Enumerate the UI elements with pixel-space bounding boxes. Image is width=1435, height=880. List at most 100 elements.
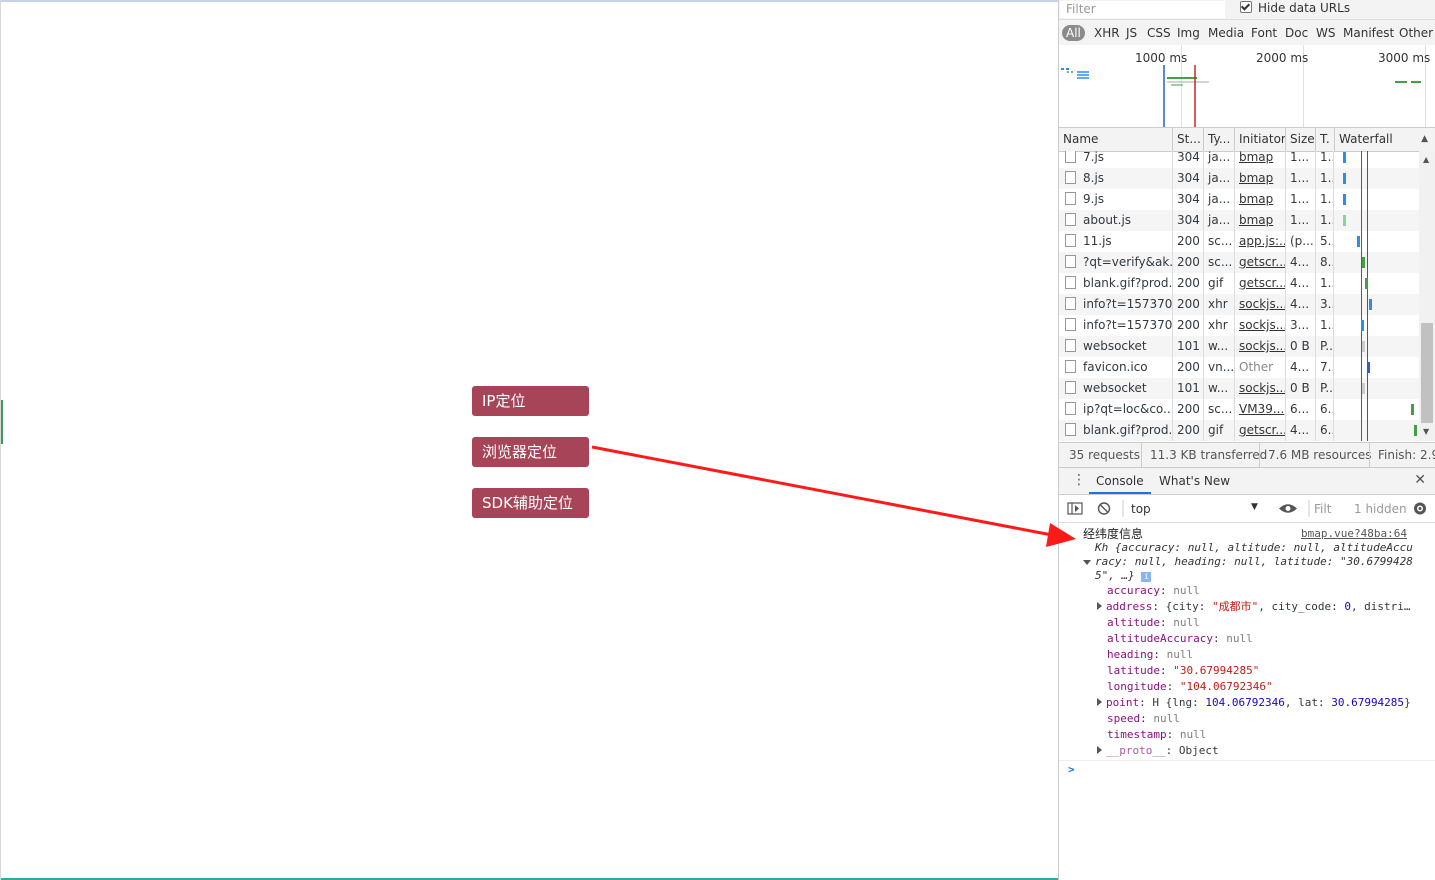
prop-address[interactable]: address: {city: "成都市", city_code: 0, dis… xyxy=(1097,599,1411,615)
type-filter-img[interactable]: Img xyxy=(1177,25,1200,41)
scroll-down-icon[interactable]: ▼ xyxy=(1423,427,1429,436)
initiator-link[interactable]: sockjs... xyxy=(1239,381,1285,395)
request-name[interactable]: 11.js xyxy=(1059,231,1173,252)
request-initiator[interactable]: bmap xyxy=(1235,168,1286,189)
request-initiator[interactable]: getscr... xyxy=(1235,252,1286,273)
col-time[interactable]: T. xyxy=(1316,128,1335,151)
type-filter-font[interactable]: Font xyxy=(1251,25,1277,41)
table-row[interactable]: info?t=157370...200xhr sockjs...4...3... xyxy=(1059,294,1419,315)
tab-console[interactable]: Console xyxy=(1089,468,1151,494)
type-filter-all[interactable]: All xyxy=(1062,25,1085,41)
scroll-up-icon[interactable]: ▲ xyxy=(1423,155,1429,164)
chevron-down-icon[interactable]: ▼ xyxy=(1251,502,1258,512)
initiator-link[interactable]: VM39... xyxy=(1239,402,1284,416)
col-size[interactable]: Size xyxy=(1286,128,1316,151)
request-name[interactable]: ip?qt=loc&co... xyxy=(1059,399,1173,420)
table-row[interactable]: ?qt=verify&ak...200sc... getscr...4...8..… xyxy=(1059,252,1419,273)
expand-triangle-icon[interactable] xyxy=(1097,746,1102,754)
initiator-link[interactable]: bmap xyxy=(1239,151,1273,164)
context-selector[interactable]: top xyxy=(1131,502,1151,516)
initiator-link[interactable]: bmap xyxy=(1239,192,1273,206)
table-row[interactable]: info?t=157370...200xhr sockjs...3...1... xyxy=(1059,315,1419,336)
type-filter-xhr[interactable]: XHR xyxy=(1094,25,1120,41)
request-name[interactable]: ?qt=verify&ak... xyxy=(1059,252,1173,273)
col-waterfall[interactable]: Waterfall ▲ xyxy=(1335,128,1435,151)
initiator-link[interactable]: sockjs... xyxy=(1239,318,1285,332)
table-row[interactable]: websocket 101w... sockjs...0 BP... xyxy=(1059,336,1419,357)
request-name[interactable]: favicon.ico xyxy=(1059,357,1173,378)
object-summary-line[interactable]: 5", …} i xyxy=(1095,568,1152,584)
request-name[interactable]: about.js xyxy=(1059,210,1173,231)
type-filter-manifest[interactable]: Manifest xyxy=(1343,25,1394,41)
request-initiator[interactable]: VM39... xyxy=(1235,399,1286,420)
col-initiator[interactable]: Initiator xyxy=(1235,128,1286,151)
table-row[interactable]: blank.gif?prod...200gif getscr...4...6... xyxy=(1059,420,1419,441)
table-row[interactable]: 9.js 304ja... bmap 1...1... xyxy=(1059,189,1419,210)
expand-triangle-icon[interactable] xyxy=(1097,698,1102,706)
prop-point[interactable]: point: H {lng: 104.06792346, lat: 30.679… xyxy=(1097,695,1411,711)
drawer-menu-icon[interactable]: ⋮ xyxy=(1072,472,1086,488)
request-initiator[interactable]: bmap xyxy=(1235,210,1286,231)
request-initiator[interactable]: getscr... xyxy=(1235,420,1286,441)
type-filter-js[interactable]: JS xyxy=(1126,25,1137,41)
type-filter-doc[interactable]: Doc xyxy=(1285,25,1308,41)
request-name[interactable]: 9.js xyxy=(1059,189,1173,210)
request-initiator[interactable]: bmap xyxy=(1235,189,1286,210)
hide-data-urls-checkbox[interactable]: Hide data URLs xyxy=(1240,1,1350,16)
initiator-link[interactable]: app.js:... xyxy=(1239,234,1285,248)
table-row[interactable]: 8.js 304ja... bmap 1...1... xyxy=(1059,168,1419,189)
table-row[interactable]: favicon.ico 200vn...Other4...7... xyxy=(1059,357,1419,378)
request-initiator[interactable]: getscr... xyxy=(1235,273,1286,294)
waterfall-bar xyxy=(1365,278,1368,289)
type-filter-ws[interactable]: WS xyxy=(1316,25,1335,41)
prop-proto[interactable]: __proto__: Object xyxy=(1097,743,1219,759)
request-size: 4... xyxy=(1286,357,1316,378)
network-filter-input[interactable]: Filter xyxy=(1060,1,1225,18)
initiator-link[interactable]: getscr... xyxy=(1239,276,1285,290)
initiator-link[interactable]: sockjs... xyxy=(1239,339,1285,353)
close-icon[interactable]: ✕ xyxy=(1414,472,1426,488)
scroll-thumb[interactable] xyxy=(1421,323,1433,423)
type-filter-other[interactable]: Other xyxy=(1399,25,1433,41)
col-name[interactable]: Name xyxy=(1059,128,1173,151)
expand-triangle-icon[interactable] xyxy=(1097,602,1102,610)
console-filter-input[interactable]: Filt xyxy=(1314,502,1331,516)
request-name[interactable]: info?t=157370... xyxy=(1059,294,1173,315)
table-row[interactable]: about.js 304ja... bmap 1...1... xyxy=(1059,210,1419,231)
request-waterfall xyxy=(1334,378,1419,399)
initiator-link[interactable]: bmap xyxy=(1239,213,1273,227)
request-name[interactable]: websocket xyxy=(1059,378,1173,399)
tab-whats-new[interactable]: What's New xyxy=(1159,468,1230,494)
sdk-location-button[interactable]: SDK辅助定位 xyxy=(472,488,589,518)
network-scrollbar[interactable]: ▲ ▼ xyxy=(1419,151,1435,441)
ip-location-button[interactable]: IP定位 xyxy=(472,386,589,416)
initiator-link[interactable]: getscr... xyxy=(1239,255,1285,269)
request-name[interactable]: info?t=157370... xyxy=(1059,315,1173,336)
request-initiator[interactable]: sockjs... xyxy=(1235,294,1286,315)
col-status[interactable]: St... xyxy=(1173,128,1204,151)
console-prompt[interactable]: > xyxy=(1068,762,1075,778)
request-name[interactable]: blank.gif?prod... xyxy=(1059,420,1173,441)
table-row[interactable]: ip?qt=loc&co...200sc...VM39...6...6... xyxy=(1059,399,1419,420)
table-row[interactable]: websocket 101w... sockjs...0 BP... xyxy=(1059,378,1419,399)
table-row[interactable]: 7.js 304ja... bmap 1...1... xyxy=(1059,151,1419,168)
initiator-link[interactable]: getscr... xyxy=(1239,423,1285,437)
type-filter-css[interactable]: CSS xyxy=(1147,25,1171,41)
request-name[interactable]: 7.js xyxy=(1059,151,1173,168)
table-row[interactable]: 11.js 200sc... app.js:...(p...5... xyxy=(1059,231,1419,252)
request-name[interactable]: 8.js xyxy=(1059,168,1173,189)
type-filter-media[interactable]: Media xyxy=(1208,25,1244,41)
request-initiator[interactable]: bmap xyxy=(1235,151,1286,168)
initiator-link[interactable]: sockjs... xyxy=(1239,297,1285,311)
request-initiator[interactable]: sockjs... xyxy=(1235,378,1286,399)
timeline-overview[interactable]: 1000 ms 2000 ms 3000 ms xyxy=(1059,45,1435,128)
request-initiator[interactable]: app.js:... xyxy=(1235,231,1286,252)
table-row[interactable]: blank.gif?prod...200gif getscr...4...1... xyxy=(1059,273,1419,294)
request-initiator[interactable]: sockjs... xyxy=(1235,336,1286,357)
initiator-link[interactable]: bmap xyxy=(1239,171,1273,185)
browser-location-button[interactable]: 浏览器定位 xyxy=(472,437,589,467)
request-initiator[interactable]: sockjs... xyxy=(1235,315,1286,336)
request-name[interactable]: websocket xyxy=(1059,336,1173,357)
request-name[interactable]: blank.gif?prod... xyxy=(1059,273,1173,294)
col-type[interactable]: Ty... xyxy=(1204,128,1235,151)
